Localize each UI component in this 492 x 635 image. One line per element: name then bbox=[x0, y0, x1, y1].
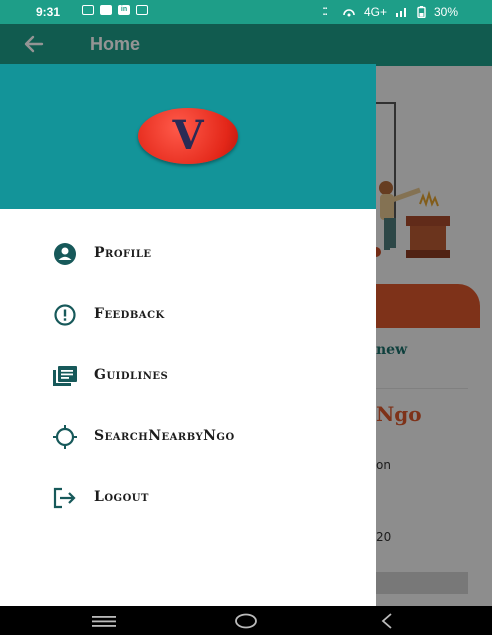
system-nav-bar bbox=[0, 606, 492, 635]
drawer-item-search-nearby-ngo[interactable]: SearchNearbyNgo bbox=[0, 415, 376, 459]
drawer-item-label: Logout bbox=[94, 489, 149, 505]
logout-icon bbox=[52, 487, 78, 509]
drawer-item-label: Feedback bbox=[94, 306, 165, 322]
drawer-item-feedback[interactable]: Feedback bbox=[0, 293, 376, 337]
drawer-item-logout[interactable]: Logout bbox=[0, 476, 376, 520]
battery-icon bbox=[417, 6, 426, 18]
notification-icon bbox=[136, 5, 148, 15]
notification-icons: in bbox=[82, 5, 148, 15]
recent-apps-icon[interactable] bbox=[92, 613, 116, 633]
linkedin-icon: in bbox=[118, 5, 130, 15]
drawer-item-label: Guidlines bbox=[94, 367, 169, 383]
battery-percent: 30% bbox=[433, 5, 458, 19]
drawer-item-guidelines[interactable]: Guidlines bbox=[0, 354, 376, 398]
profile-icon bbox=[52, 243, 78, 265]
feedback-icon bbox=[52, 304, 78, 326]
status-time: 9:31 bbox=[36, 5, 61, 19]
network-type: 4G+ bbox=[363, 5, 387, 19]
logo-letter: V bbox=[172, 112, 204, 159]
signal-icon bbox=[395, 8, 406, 17]
navigation-drawer: V Profile Feedback Guidlines SearchNearb… bbox=[0, 64, 376, 606]
status-bar: 9:31 in ▪▪ ▪▪ 4G+ 30% bbox=[0, 0, 492, 24]
drawer-item-label: Profile bbox=[94, 245, 152, 261]
notification-icon bbox=[82, 5, 94, 15]
hotspot-icon bbox=[343, 9, 355, 17]
guidelines-icon bbox=[52, 365, 78, 387]
app-logo: V bbox=[138, 108, 238, 164]
home-icon[interactable] bbox=[234, 613, 258, 633]
location-search-icon bbox=[52, 425, 78, 449]
back-icon[interactable] bbox=[380, 613, 394, 633]
mail-icon bbox=[100, 5, 112, 15]
drawer-header: V bbox=[0, 64, 376, 209]
drawer-item-label: SearchNearbyNgo bbox=[94, 428, 235, 444]
status-right: ▪▪ ▪▪ 4G+ 30% bbox=[316, 5, 458, 19]
drawer-item-profile[interactable]: Profile bbox=[0, 232, 376, 276]
data-speed-icon: ▪▪ ▪▪ bbox=[322, 6, 328, 18]
